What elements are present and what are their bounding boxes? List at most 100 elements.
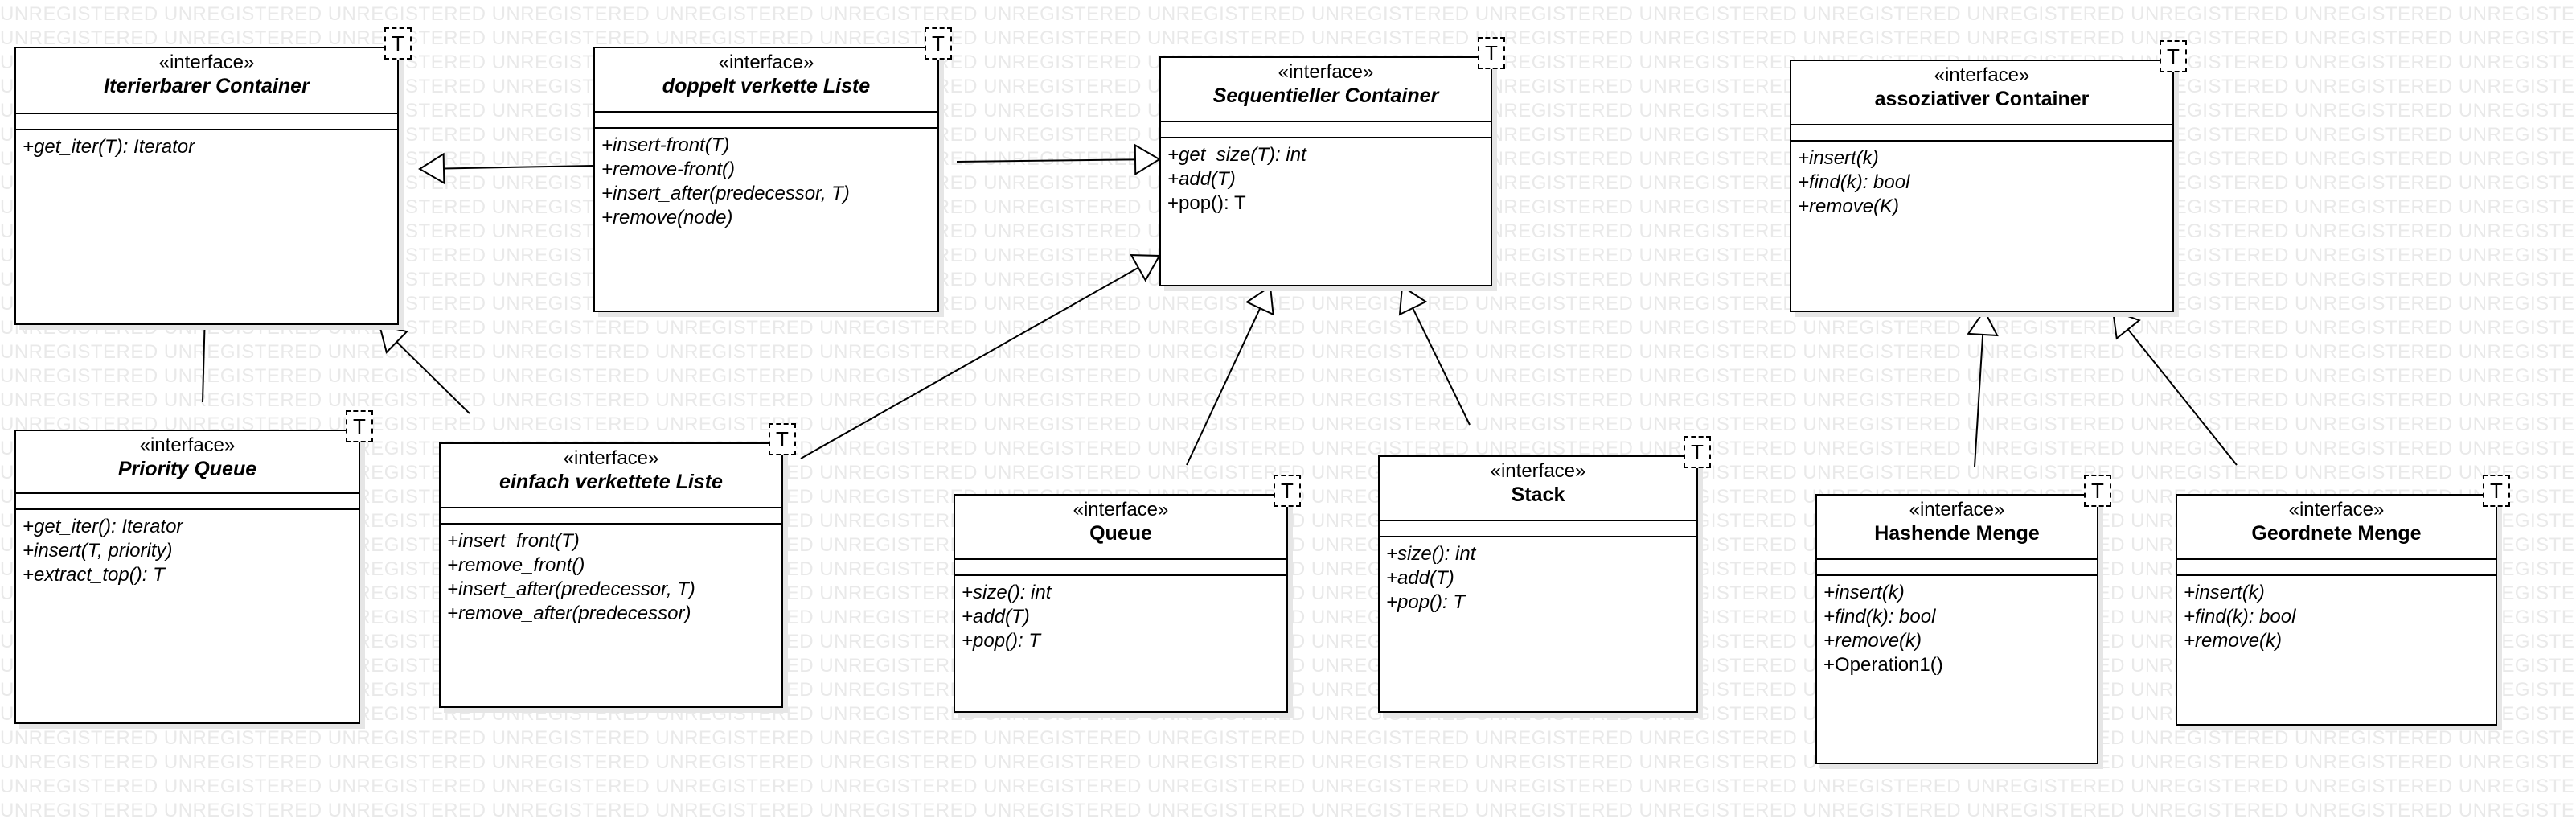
interface-box-dll[interactable]: «interface» doppelt verkette Liste +insert… [593,47,939,312]
hollow-triangle-arrowhead [1398,285,1428,316]
operation[interactable]: +remove(node) [601,206,931,230]
interface-box-assoc[interactable]: «interface» assoziativer Container +insert… [1790,60,2174,312]
operation[interactable]: +pop(): T [962,629,1280,653]
interface-box-seq[interactable]: «interface» Sequentieller Container +get_s… [1159,56,1492,286]
template-parameter-badge: T [2084,475,2111,507]
operations-compartment: +get_iter(): Iterator +insert(T, priority… [16,510,359,592]
class-header: «interface» assoziativer Container [1791,61,2172,125]
operation[interactable]: +remove_front() [447,553,775,578]
class-header: «interface» Iterierbarer Container [16,48,397,114]
operations-compartment: +insert(k) +find(k): bool +remove(K) [1791,142,2172,224]
template-parameter-badge: T [925,27,952,60]
operation[interactable]: +get_size(T): int [1167,143,1484,167]
interface-box-queue[interactable]: «interface» Queue +size(): int +add(T) +pop(… [954,494,1288,713]
generalization-arrow-dll-iter[interactable] [418,152,594,185]
operation[interactable]: +insert_after(predecessor, T) [601,182,931,206]
hollow-triangle-arrowhead [418,152,445,185]
operation[interactable]: +find(k): bool [2184,605,2489,629]
operation[interactable]: +insert(k) [1798,146,2166,171]
operation[interactable]: +extract_top(): T [23,563,352,587]
stereotype-label: «interface» [563,447,659,469]
operation[interactable]: +insert(k) [1823,581,2090,605]
attributes-compartment [595,113,937,129]
operation[interactable]: +pop(): T [1386,590,1690,615]
interface-box-hash[interactable]: «interface» Hashende Menge +insert(k) +find… [1815,494,2098,764]
operation[interactable]: +remove(k) [2184,629,2489,653]
operation[interactable]: +remove(K) [1798,195,2166,219]
edge-line [1412,307,1471,426]
template-parameter-badge: T [1274,475,1301,507]
generalization-arrow-queue-seq[interactable] [1186,285,1274,466]
operation[interactable]: +add(T) [1386,566,1690,590]
operations-compartment: +size(): int +add(T) +pop(): T [955,576,1286,658]
template-parameter-badge: T [384,27,412,60]
attributes-compartment [1817,560,2097,576]
generalization-arrow-sll-iter[interactable] [378,323,470,414]
operations-compartment: +insert(k) +find(k): bool +remove(k) [2177,576,2496,658]
template-parameter-badge: T [2160,40,2187,72]
template-parameter-badge: T [769,423,796,455]
interface-box-sll[interactable]: «interface» einfach verkettete Liste +inse… [439,442,783,708]
operation[interactable]: +pop(): T [1167,191,1484,216]
stereotype-label: «interface» [1934,64,2030,86]
hollow-triangle-arrowhead [1967,309,1999,337]
edge-line [1974,334,1984,467]
operations-compartment: +insert-front(T) +remove-front() +insert_a… [595,129,937,235]
template-parameter-badge: T [1478,37,1505,69]
class-name: Stack [1511,483,1565,506]
edge-line [2127,328,2238,466]
edge-line [956,158,1136,163]
operation[interactable]: +add(T) [962,605,1280,629]
operation[interactable]: +insert_front(T) [447,529,775,553]
class-name: Geordnete Menge [2251,522,2422,545]
operation[interactable]: +insert_after(predecessor, T) [447,578,775,602]
stereotype-label: «interface» [1278,61,1374,83]
operation[interactable]: +remove_after(predecessor) [447,602,775,626]
class-header: «interface» Priority Queue [16,431,359,494]
attributes-compartment [1791,125,2172,142]
class-header: «interface» Sequentieller Container [1161,58,1491,122]
class-name: Sequentieller Container [1212,84,1439,107]
class-header: «interface» Stack [1380,457,1696,521]
operation[interactable]: +get_iter(): Iterator [23,515,352,539]
operation[interactable]: +insert(k) [2184,581,2489,605]
operations-compartment: +insert_front(T) +remove_front() +insert_a… [441,525,781,631]
operation[interactable]: +remove(k) [1823,629,2090,653]
operation[interactable]: +find(k): bool [1798,171,2166,195]
operation[interactable]: +size(): int [1386,542,1690,566]
generalization-arrow-stack-seq[interactable] [1398,285,1471,426]
operation[interactable]: +remove-front() [601,158,931,182]
class-name: Queue [1089,522,1152,545]
edge-line [1186,307,1261,466]
class-name: Iterierbarer Container [104,75,310,97]
edge-line [396,341,470,414]
class-header: «interface» doppelt verkette Liste [595,48,937,113]
hollow-triangle-arrowhead [2111,309,2141,340]
class-header: «interface» einfach verkettete Liste [441,444,781,508]
generalization-arrow-dll-seq[interactable] [956,143,1161,176]
operation[interactable]: +Operation1() [1823,653,2090,677]
interface-box-prio[interactable]: «interface» Priority Queue +get_iter(): It… [14,430,360,724]
interface-box-ordered[interactable]: «interface» Geordnete Menge +insert(k) +fin… [2176,494,2497,726]
attributes-compartment [1161,122,1491,138]
generalization-arrow-hash-assoc[interactable] [1967,309,1999,467]
attributes-compartment [441,508,781,525]
operation[interactable]: +insert-front(T) [601,134,931,158]
operation[interactable]: +add(T) [1167,167,1484,191]
operation[interactable]: +size(): int [962,581,1280,605]
operation[interactable]: +insert(T, priority) [23,539,352,563]
interface-box-stack[interactable]: «interface» Stack +size(): int +add(T) +pop(… [1378,455,1698,713]
interface-box-iter[interactable]: «interface» Iterierbarer Container +get_it… [14,47,399,325]
operation[interactable]: +find(k): bool [1823,605,2090,629]
class-header: «interface» Geordnete Menge [2177,496,2496,560]
operations-compartment: +size(): int +add(T) +pop(): T [1380,537,1696,619]
generalization-arrow-ordered-assoc[interactable] [2111,309,2238,466]
class-name: doppelt verkette Liste [662,75,871,97]
hollow-triangle-arrowhead [1134,143,1161,176]
attributes-compartment [16,114,397,130]
class-name: einfach verkettete Liste [499,471,723,493]
operation[interactable]: +get_iter(T): Iterator [23,135,391,159]
class-name: assoziativer Container [1874,88,2090,110]
stereotype-label: «interface» [718,51,814,73]
operations-compartment: +insert(k) +find(k): bool +remove(k) +Opera… [1817,576,2097,682]
